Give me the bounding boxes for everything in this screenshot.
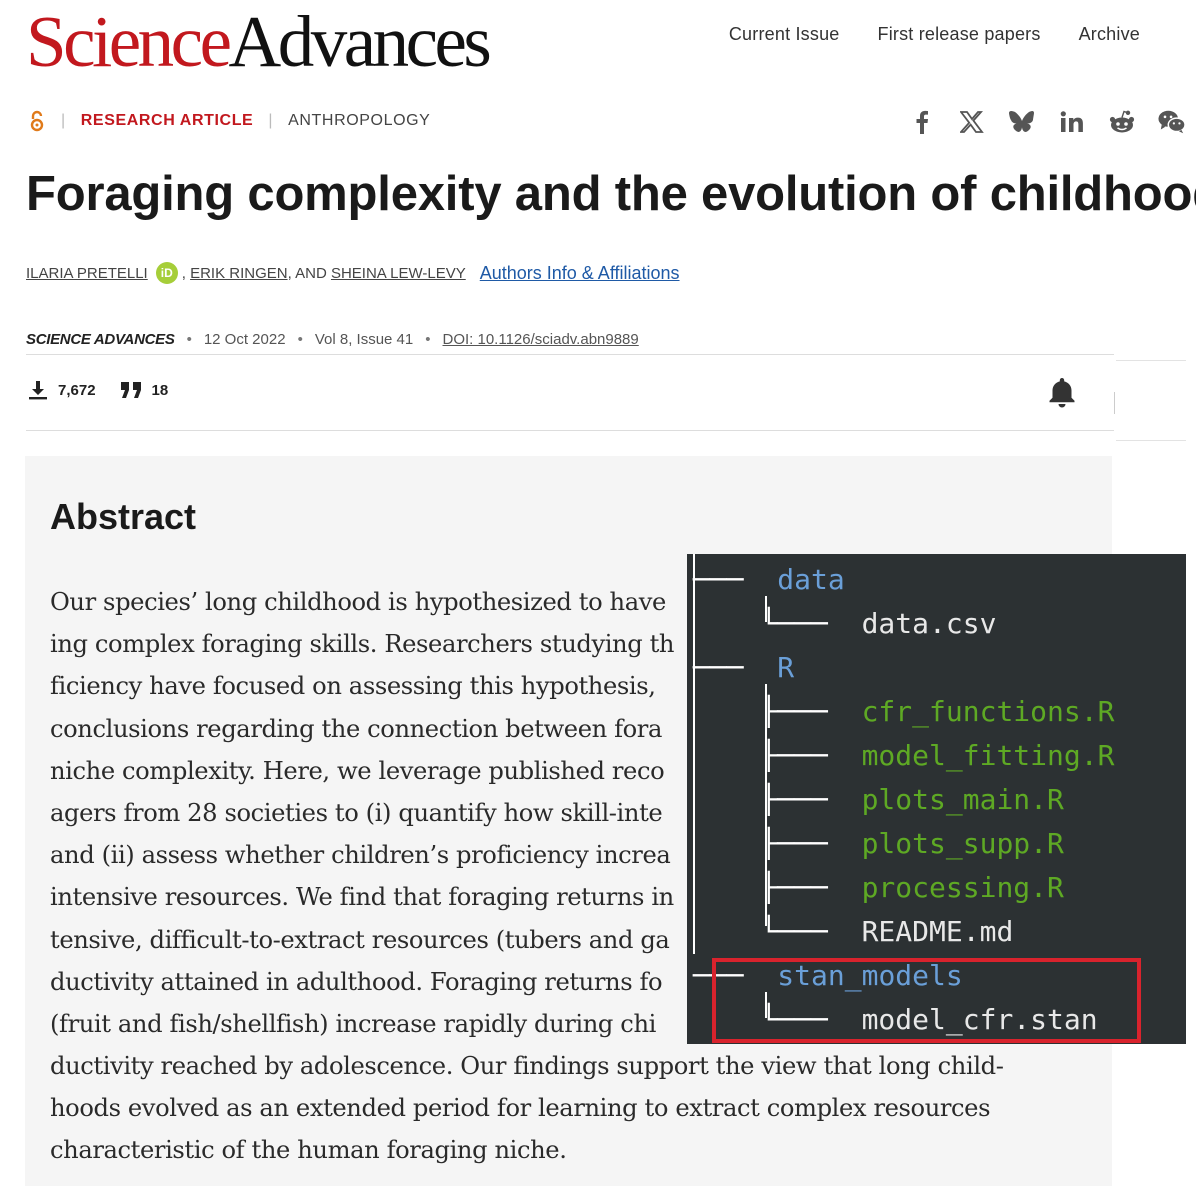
citation-quote-icon bbox=[120, 382, 141, 398]
divider bbox=[1114, 392, 1115, 414]
open-access-icon bbox=[30, 110, 44, 132]
tree-branch: ├─── bbox=[693, 871, 862, 904]
tree-branch: ├─── bbox=[693, 827, 862, 860]
author-separator: , bbox=[181, 264, 186, 282]
bluesky-icon[interactable] bbox=[1008, 108, 1036, 136]
wechat-icon[interactable] bbox=[1158, 108, 1186, 136]
nav-archive[interactable]: Archive bbox=[1079, 24, 1140, 45]
tree-entry[interactable]: ├─── model_fitting.R bbox=[693, 734, 1114, 778]
tree-entry[interactable]: ├─── processing.R bbox=[693, 866, 1064, 910]
tree-branch: ├─── bbox=[693, 739, 862, 772]
tree-branch: ├─── bbox=[693, 695, 862, 728]
logo-science: Science bbox=[26, 1, 232, 82]
file-name: data.csv bbox=[861, 607, 997, 640]
author-name[interactable]: ERIK RINGEN bbox=[190, 265, 288, 282]
article-meta-row: | RESEARCH ARTICLE | ANTHROPOLOGY bbox=[28, 110, 430, 132]
nav-first-release-papers[interactable]: First release papers bbox=[878, 24, 1041, 45]
reddit-icon[interactable] bbox=[1108, 108, 1136, 136]
tree-branch: └─── bbox=[693, 607, 862, 640]
download-count[interactable]: 7,672 bbox=[58, 382, 96, 399]
doi-link[interactable]: DOI: 10.1126/sciadv.abn9889 bbox=[443, 331, 639, 348]
article-metrics: 7,672 18 bbox=[28, 380, 168, 400]
tree-branch: ─── bbox=[693, 563, 778, 596]
x-icon[interactable] bbox=[958, 108, 986, 136]
file-name: README.md bbox=[861, 915, 1014, 948]
file-name: model_fitting.R bbox=[861, 739, 1115, 772]
nav-current-issue[interactable]: Current Issue bbox=[729, 24, 840, 45]
share-bar bbox=[908, 108, 1186, 136]
abstract-line: ductivity reached by adolescence. Our fi… bbox=[50, 1052, 1004, 1081]
article-type[interactable]: RESEARCH ARTICLE bbox=[81, 112, 254, 130]
logo-advances: Advances bbox=[228, 1, 491, 82]
tree-branch: └─── bbox=[693, 915, 862, 948]
author-list: ILARIA PRETELLI iD , ERIK RINGEN, AND SH… bbox=[26, 262, 680, 284]
tree-entry[interactable]: ├─── plots_supp.R bbox=[693, 822, 1064, 866]
tree-entry[interactable]: └─── data.csv bbox=[693, 602, 996, 646]
file-name: plots_supp.R bbox=[861, 827, 1064, 860]
folder-name: data bbox=[777, 563, 845, 596]
divider bbox=[26, 430, 1114, 431]
file-name: processing.R bbox=[861, 871, 1064, 904]
top-navigation: Current Issue First release papers Archi… bbox=[729, 24, 1140, 45]
folder-name: R bbox=[777, 651, 795, 684]
volume-issue[interactable]: Vol 8, Issue 41 bbox=[315, 331, 413, 348]
article-title: Foraging complexity and the evolution of… bbox=[26, 167, 1196, 221]
article-subject[interactable]: ANTHROPOLOGY bbox=[288, 112, 430, 130]
tree-entry[interactable]: ├─── cfr_functions.R bbox=[693, 690, 1114, 734]
tree-entry[interactable]: ─── data bbox=[693, 558, 845, 602]
journal-logo[interactable]: ScienceAdvances bbox=[26, 1, 492, 82]
divider: | bbox=[61, 112, 66, 129]
author-separator: , AND bbox=[287, 264, 327, 282]
tree-entry[interactable]: ├─── plots_main.R bbox=[693, 778, 1064, 822]
highlight-box bbox=[712, 958, 1141, 1043]
citation-row: SCIENCE ADVANCES • 12 Oct 2022 • Vol 8, … bbox=[26, 331, 639, 348]
dot-separator: • bbox=[186, 331, 192, 348]
orcid-icon[interactable]: iD bbox=[155, 262, 178, 284]
file-name: plots_main.R bbox=[861, 783, 1064, 816]
tree-branch: ├─── bbox=[693, 783, 862, 816]
abstract-line: hoods evolved as an extended period for … bbox=[50, 1094, 991, 1123]
abstract-line: characteristic of the human foraging nic… bbox=[50, 1136, 567, 1165]
bell-icon[interactable] bbox=[1047, 376, 1077, 408]
tree-connector bbox=[765, 596, 767, 622]
abstract-heading: Abstract bbox=[50, 496, 197, 537]
divider bbox=[26, 354, 1114, 355]
tree-connector bbox=[765, 684, 767, 926]
linkedin-icon[interactable] bbox=[1058, 108, 1086, 136]
citation-count[interactable]: 18 bbox=[152, 382, 169, 399]
download-icon bbox=[29, 381, 47, 400]
facebook-icon[interactable] bbox=[908, 108, 936, 136]
author-name[interactable]: SHEINA LEW-LEVY bbox=[331, 265, 466, 282]
dot-separator: • bbox=[425, 331, 431, 348]
divider bbox=[1116, 440, 1186, 441]
file-name: cfr_functions.R bbox=[861, 695, 1115, 728]
author-name[interactable]: ILARIA PRETELLI bbox=[26, 265, 148, 282]
tree-entry[interactable]: └─── README.md bbox=[693, 910, 1013, 954]
divider bbox=[1116, 360, 1186, 361]
authors-affiliations-link[interactable]: Authors Info & Affiliations bbox=[480, 263, 680, 284]
publication-date: 12 Oct 2022 bbox=[203, 331, 286, 348]
tree-branch: ─── bbox=[693, 651, 778, 684]
journal-name[interactable]: SCIENCE ADVANCES bbox=[26, 331, 175, 348]
divider: | bbox=[268, 112, 274, 129]
tree-connector bbox=[693, 554, 695, 954]
tree-entry[interactable]: ─── R bbox=[693, 646, 794, 690]
dot-separator: • bbox=[297, 331, 303, 348]
